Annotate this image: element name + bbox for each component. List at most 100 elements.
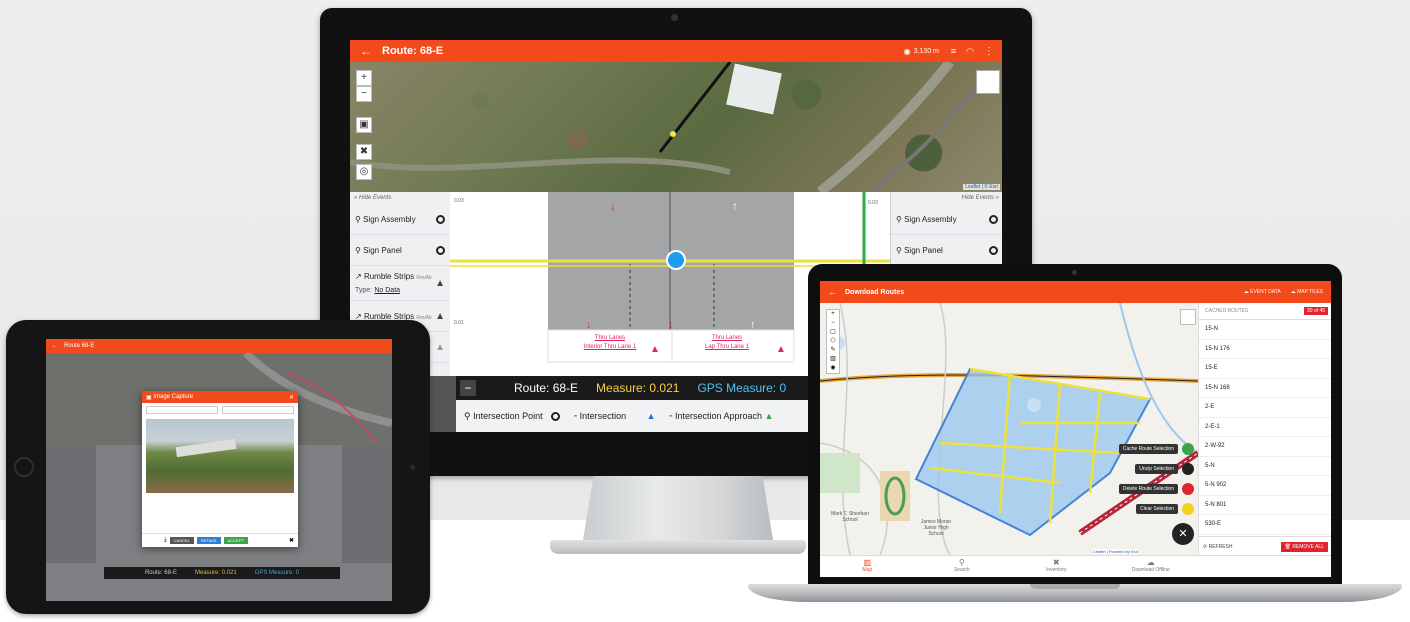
tablet-camera xyxy=(410,465,415,470)
cloud-icon[interactable] xyxy=(1182,443,1194,455)
list-item[interactable]: 5-N 902 xyxy=(1199,476,1331,496)
nav-item-download[interactable]: ☁ Download Offline xyxy=(1104,556,1199,577)
refresh-button[interactable]: ⟳ REFRESH xyxy=(1203,544,1233,550)
close-icon[interactable]: ✕ xyxy=(289,394,294,401)
target-icon[interactable] xyxy=(551,411,561,421)
clear-icon[interactable] xyxy=(1182,503,1194,515)
nav-item-map[interactable]: ▥ Map xyxy=(820,556,915,577)
close-fab-icon[interactable]: ✕ xyxy=(1172,523,1194,545)
gps-icon: ◉ xyxy=(903,46,911,56)
map-label-school: James Moran Junior High School xyxy=(920,519,952,537)
cancel-button[interactable]: CANCEL xyxy=(169,537,194,544)
rss-icon[interactable]: ◠ xyxy=(966,46,974,57)
list-item[interactable]: ⚲ Sign Panel xyxy=(350,235,450,266)
square-tool-icon[interactable]: ▢ xyxy=(827,328,839,337)
cached-routes-header: CACHED ROUTES 30 of 45 xyxy=(1199,303,1331,320)
svg-text:↓: ↓ xyxy=(586,319,592,331)
list-item[interactable]: 5-N xyxy=(1199,457,1331,476)
measure-tick-bottom: 0.01 xyxy=(454,320,464,326)
trash-icon[interactable] xyxy=(1182,483,1194,495)
list-item[interactable]: 2-W-92 xyxy=(1199,437,1331,457)
target-icon[interactable] xyxy=(436,245,445,255)
zoom-in-button[interactable]: + xyxy=(356,70,372,86)
zoom-in-button[interactable]: + xyxy=(827,310,839,319)
zoom-out-button[interactable]: − xyxy=(827,319,839,328)
map-attribution: Leaflet | Powered by Esri xyxy=(1093,549,1138,554)
list-item[interactable]: 15-N xyxy=(1199,320,1331,340)
layer-switcher-icon[interactable] xyxy=(1180,309,1196,325)
download-icon[interactable]: ⤓ xyxy=(164,537,167,544)
dialog-fields xyxy=(142,403,298,417)
list-icon[interactable]: ≡ xyxy=(951,46,956,56)
remove-all-button[interactable]: 🗑 REMOVE ALL xyxy=(1280,542,1328,552)
position-marker-icon[interactable] xyxy=(666,250,686,270)
tablet-home-button[interactable] xyxy=(14,457,34,477)
locate-icon[interactable]: ◎ xyxy=(356,164,372,180)
list-item[interactable]: 530-E xyxy=(1199,515,1331,535)
cache-route-action[interactable]: Cache Route Selection xyxy=(1118,443,1194,455)
list-item[interactable]: ⚲ Sign Assembly xyxy=(350,204,450,235)
nav-item-inventory[interactable]: ✖ Inventory xyxy=(1009,556,1104,577)
hide-events-toggle[interactable]: « Hide Events xyxy=(350,192,450,204)
lane-label[interactable]: Thru Lanes Interior Thru Lane 1 xyxy=(560,334,660,352)
edit-icon[interactable]: ✎ xyxy=(827,346,839,355)
retake-button[interactable]: RETAKE xyxy=(196,537,221,544)
tools-icon[interactable]: ✖ xyxy=(356,144,372,160)
delete-route-action[interactable]: Delete Route Selection xyxy=(1118,483,1194,495)
intersection-item[interactable]: ╴Intersection ▲ xyxy=(574,411,655,422)
accept-button[interactable]: ACCEPT xyxy=(223,537,248,544)
target-icon[interactable] xyxy=(989,245,998,255)
collapse-button[interactable]: − xyxy=(460,380,476,396)
back-arrow-icon[interactable]: ← xyxy=(52,343,58,349)
satellite-map[interactable]: + − ▣ ✖ ◎ Leaflet | © Esri xyxy=(350,62,1002,192)
count-badge: 30 of 45 xyxy=(1303,307,1328,315)
route-map[interactable]: + − ▢ ⬠ ✎ ▥ ◉ Cache Route Selection Unzi… xyxy=(820,303,1198,555)
route-list: 15-N 15-N 176 15-E 15-N 168 2-E 2-E-1 2-W-92 5-… xyxy=(1199,320,1331,536)
clear-selection-action[interactable]: Clear Selection xyxy=(1136,503,1194,515)
list-item[interactable]: ↗ Rumble Strips Rm/Ab Type: No Data ▲ xyxy=(350,266,450,301)
name-field[interactable] xyxy=(146,406,218,414)
back-arrow-icon[interactable]: ← xyxy=(360,44,372,58)
status-route: Route: 68-E xyxy=(514,381,579,395)
list-item[interactable]: 2-E xyxy=(1199,398,1331,418)
monitor-stand xyxy=(582,476,774,546)
layers-tool-icon[interactable]: ▣ xyxy=(356,117,372,133)
arrow-blue-icon: ▲ xyxy=(646,410,656,421)
list-item[interactable]: 15-N 168 xyxy=(1199,379,1331,398)
tablet-screen: ← Route 68-E Route: 68-E Measure: 0.021 … xyxy=(46,339,392,601)
zoom-out-button[interactable]: − xyxy=(356,86,372,102)
more-icon[interactable]: ⋮ xyxy=(984,46,994,57)
target-icon[interactable] xyxy=(989,214,998,224)
hide-events-toggle[interactable]: Hide Events » xyxy=(891,192,1002,204)
map-tiles-button[interactable]: ☁ MAP TILES xyxy=(1291,289,1323,295)
svg-text:▲: ▲ xyxy=(776,344,786,355)
polygon-tool-icon[interactable]: ⬠ xyxy=(827,337,839,346)
tablet-title: Route 68-E xyxy=(64,343,95,349)
intersection-point-item[interactable]: ⚲ Intersection Point xyxy=(464,411,561,422)
back-arrow-icon[interactable]: ← xyxy=(828,287,837,297)
map-overlay xyxy=(350,62,992,192)
delete-icon[interactable]: ▥ xyxy=(827,355,839,364)
tools-icon[interactable]: ✖ xyxy=(289,537,294,544)
list-item[interactable]: 15-N 176 xyxy=(1199,340,1331,359)
list-item[interactable]: ⚲ Sign Panel xyxy=(891,235,1002,266)
nav-arrow-icon: ▲ xyxy=(435,341,445,353)
lane-label[interactable]: Thru Lanes Lap Thru Lane 1 xyxy=(682,334,772,352)
layer-switcher-icon[interactable] xyxy=(976,70,1000,94)
list-item[interactable]: 2-E-1 xyxy=(1199,418,1331,437)
locate-icon[interactable]: ◉ xyxy=(827,364,839,373)
list-item[interactable]: 5-N 801 xyxy=(1199,496,1331,515)
nav-arrow-icon: ▲ xyxy=(435,310,445,322)
nav-item-search[interactable]: ⚲ Search xyxy=(915,556,1010,577)
scissors-icon[interactable] xyxy=(1182,463,1194,475)
intersection-approach-item[interactable]: ╴Intersection Approach ▲ xyxy=(670,411,774,422)
unzip-action[interactable]: Unzip Selection xyxy=(1135,463,1194,475)
target-icon[interactable] xyxy=(436,214,445,224)
description-field[interactable] xyxy=(222,406,294,414)
measure-tick-right: 0.03 xyxy=(868,200,878,206)
event-data-button[interactable]: ☁ EVENT DATA xyxy=(1244,289,1281,295)
selection-actions: Cache Route Selection Unzip Selection De… xyxy=(1118,443,1194,545)
list-item[interactable]: ⚲ Sign Assembly xyxy=(891,204,1002,235)
list-item[interactable]: 15-E xyxy=(1199,359,1331,379)
monitor-base xyxy=(550,540,806,554)
